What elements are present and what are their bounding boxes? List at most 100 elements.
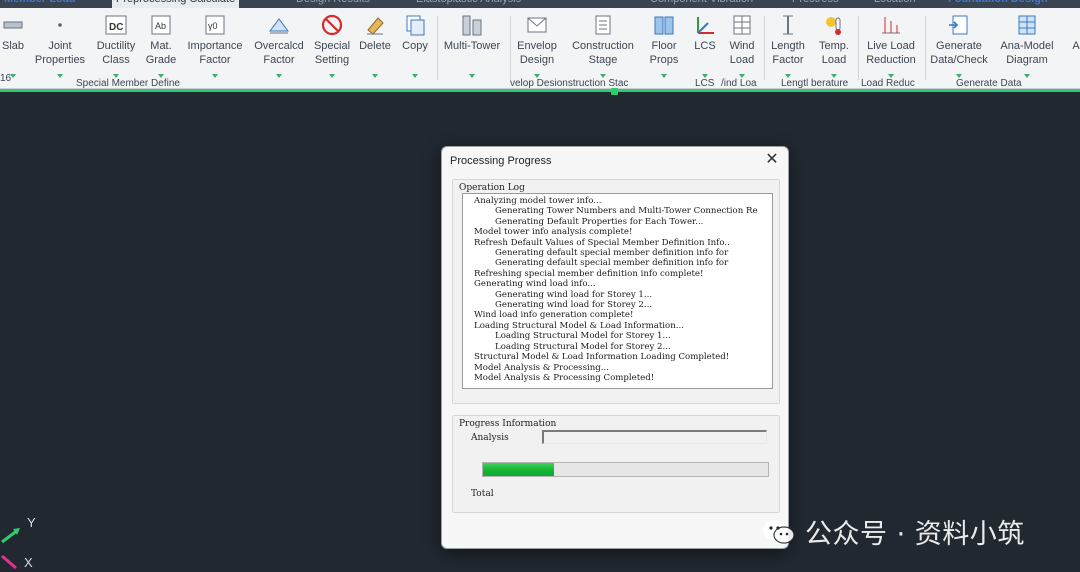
coordinate-axes-icon <box>692 12 718 38</box>
ana-model-diagram-icon <box>1014 12 1040 38</box>
tab-component-vibration[interactable]: Component Vibration <box>646 0 757 8</box>
importance-factor-button[interactable]: γ0 Importance Factor <box>183 12 247 78</box>
delete-label: Delete <box>359 40 391 52</box>
dropdown-arrow-icon <box>57 74 63 78</box>
copy-button[interactable]: Copy <box>396 12 434 78</box>
slab-icon <box>0 12 26 38</box>
eraser-icon <box>362 12 388 38</box>
ribbon-divider <box>510 16 511 80</box>
ribbon: Slab Joint Properties DC Ductility Class… <box>0 8 1080 89</box>
tab-elastoplastic-analysis[interactable]: Elastoplastic Analysis <box>412 0 525 8</box>
log-line: Generating wind load info... <box>474 279 596 290</box>
thermometer-sun-icon <box>821 12 847 38</box>
watermark: 公众号 · 资料小筑 <box>761 512 1025 551</box>
mat-grade-label: Mat. Grade <box>145 40 177 66</box>
live-load-reduction-label: Live Load Reduction <box>866 40 916 66</box>
wind-load-label: Wind Load <box>729 40 755 66</box>
operation-log-textbox[interactable]: Analyzing model tower info... Generating … <box>462 193 773 389</box>
close-icon[interactable]: ✕ <box>764 152 780 168</box>
construction-stage-label: Construction Stage <box>572 40 634 66</box>
overflow-ribbon-label: A <box>1072 40 1080 52</box>
overcalcd-factor-button[interactable]: Overcalcd Factor <box>250 12 308 78</box>
dropdown-arrow-icon <box>1024 74 1030 78</box>
joint-properties-label: Joint Properties <box>34 40 86 66</box>
group-lcs: LCS <box>695 78 715 89</box>
mat-grade-button[interactable]: Ab Mat. Grade <box>142 12 180 78</box>
overflow-ribbon-button[interactable]: A <box>1066 12 1080 78</box>
svg-text:DC: DC <box>109 22 123 33</box>
tab-location[interactable]: Location <box>870 0 920 8</box>
length-factor-icon <box>775 12 801 38</box>
processing-progress-dialog: Processing Progress ✕ Operation Log Anal… <box>441 146 789 549</box>
multi-tower-icon <box>459 12 485 38</box>
group-special-member-define: Special Member Define <box>76 78 180 89</box>
generate-data-icon <box>946 12 972 38</box>
log-line: Model Analysis & Processing Completed! <box>474 372 655 383</box>
watermark-text: 公众号 · 资料小筑 <box>805 519 1025 550</box>
log-line: Refreshing special member definition inf… <box>474 268 704 279</box>
tab-member-load[interactable]: Member Load <box>0 0 80 8</box>
copy-icon <box>402 12 428 38</box>
delete-button[interactable]: Delete <box>356 12 394 78</box>
log-line: Generating Default Properties for Each T… <box>495 216 704 227</box>
lcs-button[interactable]: LCS <box>688 12 722 78</box>
length-factor-button[interactable]: Length Factor <box>767 12 809 78</box>
multi-tower-button[interactable]: Multi-Tower <box>439 12 505 78</box>
tab-prestress[interactable]: Prestress <box>788 0 842 8</box>
wind-load-button[interactable]: Wind Load <box>725 12 759 78</box>
floor-props-icon <box>651 12 677 38</box>
multi-tower-label: Multi-Tower <box>443 40 501 52</box>
special-setting-button[interactable]: Special Setting <box>310 12 354 78</box>
ductility-class-button[interactable]: DC Ductility Class <box>92 12 140 78</box>
construction-stage-icon <box>590 12 616 38</box>
importance-factor-label: Importance Factor <box>187 40 243 66</box>
envelop-design-button[interactable]: Envelop Design <box>513 12 561 78</box>
ribbon-tab-strip: Member Load Preprocessing Calculate Desi… <box>0 0 1080 8</box>
splitter-handle[interactable] <box>611 88 618 95</box>
log-line: Loading Structural Model for Storey 2... <box>495 341 671 352</box>
dropdown-arrow-icon <box>661 74 667 78</box>
construction-stage-button[interactable]: Construction Stage <box>566 12 640 78</box>
log-line: Loading Structural Model for Storey 1... <box>495 331 671 342</box>
log-line: Refresh Default Values of Special Member… <box>474 237 730 248</box>
log-line: Generating default special member defini… <box>495 248 729 259</box>
dropdown-arrow-icon <box>412 74 418 78</box>
operation-log-panel: Operation Log Analyzing model tower info… <box>452 179 780 404</box>
analysis-progress-bar <box>542 430 767 444</box>
log-line: Generating wind load for Storey 1... <box>495 289 653 300</box>
group-wind-load: /ind Loa <box>721 78 757 89</box>
overflow-icon <box>1063 12 1080 38</box>
slab-label: Slab <box>1 40 25 52</box>
ribbon-divider <box>858 16 859 80</box>
temp-load-button[interactable]: Temp. Load <box>814 12 854 78</box>
dropdown-arrow-icon <box>276 74 282 78</box>
wind-load-icon <box>729 12 755 38</box>
envelop-design-label: Envelop Design <box>517 40 557 66</box>
log-line: Generating Tower Numbers and Multi-Tower… <box>495 206 758 217</box>
live-load-reduction-button[interactable]: Live Load Reduction <box>861 12 921 78</box>
progress-information-panel: Progress Information Analysis Total <box>452 415 780 513</box>
overcalc-factor-icon <box>266 12 292 38</box>
total-label: Total <box>471 489 494 499</box>
tab-foundation-design[interactable]: Foundation Design <box>944 0 1052 8</box>
slab-button[interactable]: Slab <box>0 12 30 78</box>
ana-model-diagram-button[interactable]: Ana-Model Diagram <box>994 12 1060 78</box>
lcs-label: LCS <box>694 40 716 52</box>
tab-design-results[interactable]: Design Results <box>292 0 374 8</box>
dialog-title: Processing Progress <box>450 155 552 167</box>
log-line: Analyzing model tower info... <box>474 196 602 206</box>
floor-props-button[interactable]: Floor Props <box>644 12 684 78</box>
log-line: Model Analysis & Processing... <box>474 362 609 373</box>
ribbon-divider <box>764 16 765 80</box>
ribbon-divider <box>437 16 438 80</box>
generate-data-check-button[interactable]: Generate Data/Check <box>928 12 990 78</box>
log-line: Generating wind load for Storey 2... <box>495 300 653 311</box>
dropdown-arrow-icon <box>469 74 475 78</box>
group-temperature: berature <box>811 78 849 89</box>
group-length-factor: Lengtl <box>781 78 809 89</box>
log-line: Model tower info analysis complete! <box>474 227 633 238</box>
material-grade-icon: Ab <box>148 12 174 38</box>
joint-properties-button[interactable]: Joint Properties <box>32 12 88 78</box>
length-factor-label: Length Factor <box>771 40 805 66</box>
tab-preprocessing-calculate[interactable]: Preprocessing Calculate <box>112 0 240 8</box>
